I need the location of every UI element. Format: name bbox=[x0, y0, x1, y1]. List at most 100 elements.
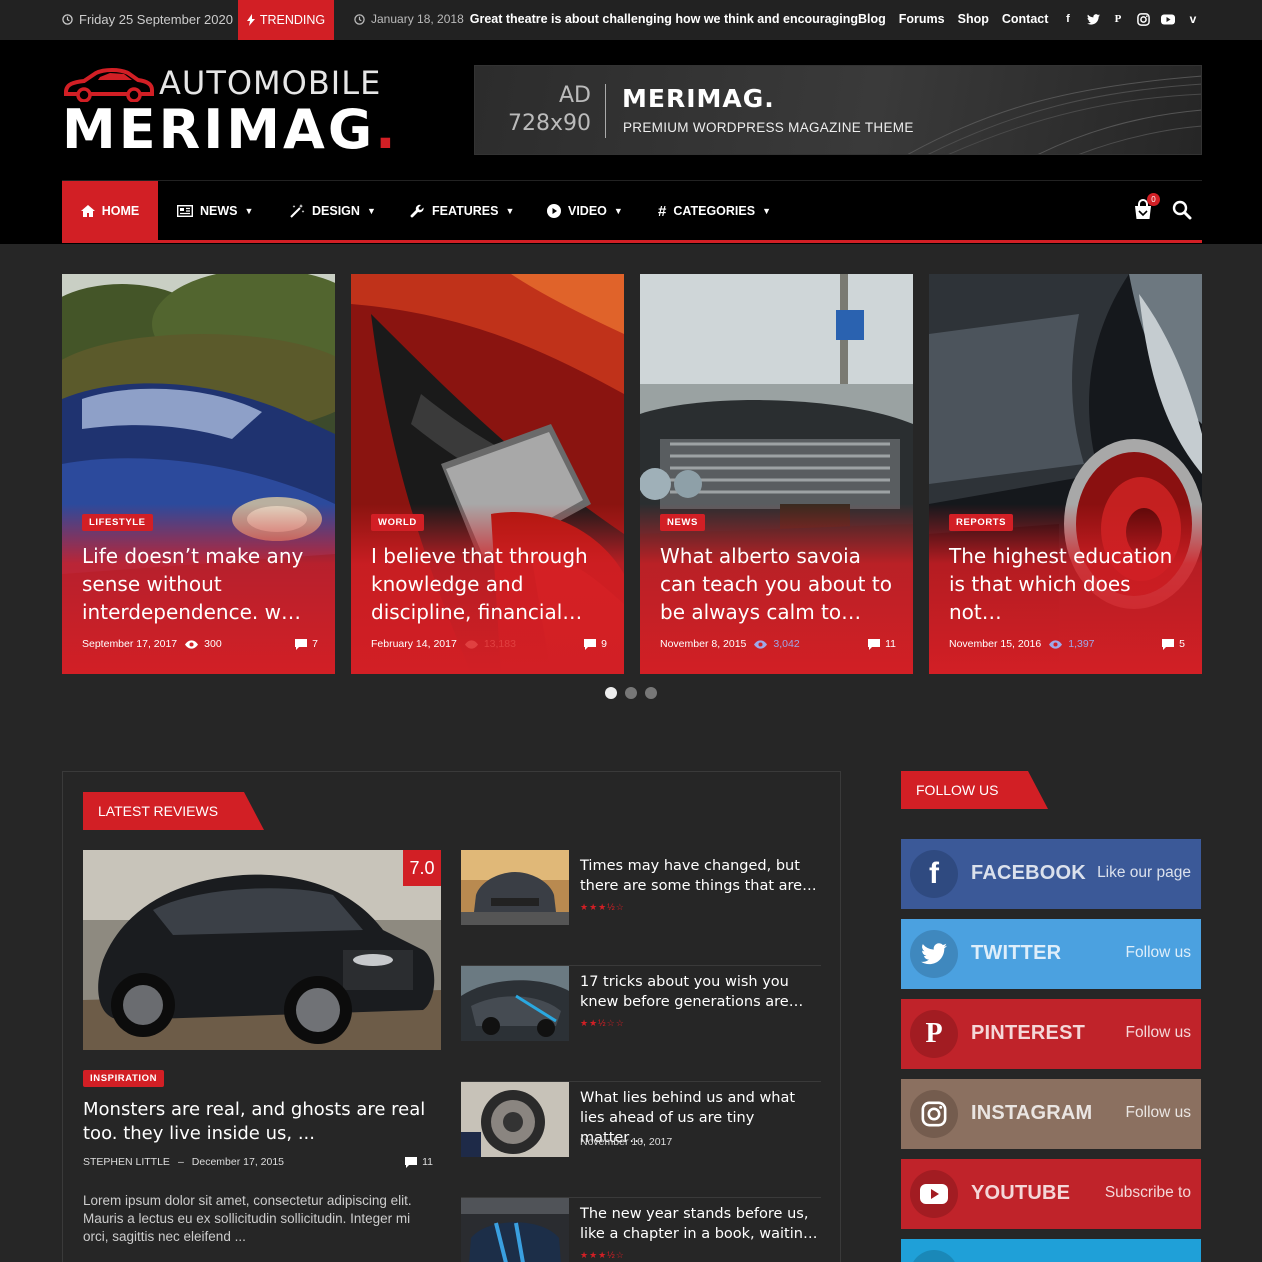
nav-item-label: NEWS bbox=[200, 204, 238, 218]
top-social-links: f P v bbox=[1060, 11, 1201, 27]
category-badge[interactable]: LIFESTYLE bbox=[82, 514, 153, 531]
card-comments[interactable]: 11 bbox=[868, 638, 896, 650]
top-link-blog[interactable]: Blog bbox=[858, 12, 886, 26]
twitter-follow-button[interactable]: TWITTER Follow us bbox=[901, 919, 1201, 989]
review-list-title[interactable]: Times may have changed, but there are so… bbox=[580, 856, 820, 896]
review-thumbnail[interactable] bbox=[461, 1082, 569, 1157]
card-comments-count: 5 bbox=[1179, 638, 1185, 650]
ad-banner[interactable]: AD 728x90 MERIMAG. PREMIUM WORDPRESS MAG… bbox=[474, 65, 1202, 155]
nav-item-features[interactable]: FEATURES ▼ bbox=[410, 181, 514, 241]
trending-label[interactable]: TRENDING bbox=[238, 0, 334, 40]
review-title[interactable]: Monsters are real, and ghosts are real t… bbox=[83, 1098, 441, 1146]
review-thumbnail[interactable] bbox=[461, 1198, 569, 1262]
category-badge[interactable]: NEWS bbox=[660, 514, 705, 531]
card-views-count: 1,397 bbox=[1068, 638, 1095, 650]
slider-card[interactable]: WORLD I believe that through knowledge a… bbox=[351, 274, 624, 674]
card-views: 13,183 bbox=[464, 638, 516, 650]
category-badge[interactable]: WORLD bbox=[371, 514, 424, 531]
twitter-icon[interactable] bbox=[1085, 11, 1101, 27]
category-badge[interactable]: REPORTS bbox=[949, 514, 1014, 531]
slider-card[interactable]: REPORTS The highest education is that wh… bbox=[929, 274, 1202, 674]
list-item[interactable]: The new year stands before us, like a ch… bbox=[461, 1198, 821, 1262]
youtube-icon bbox=[910, 1170, 958, 1218]
slider-card[interactable]: NEWS What alberto savoia can teach you a… bbox=[640, 274, 913, 674]
ad-title: MERIMAG. bbox=[622, 84, 775, 113]
review-comments[interactable]: 11 bbox=[405, 1156, 433, 1168]
review-list-title[interactable]: The new year stands before us, like a ch… bbox=[580, 1204, 820, 1244]
search-button[interactable] bbox=[1172, 200, 1192, 220]
featured-review[interactable]: 7.0 INSPIRATION Monsters are real, and g… bbox=[83, 850, 441, 1244]
card-date: February 14, 2017 bbox=[371, 638, 457, 650]
card-title[interactable]: What alberto savoia can teach you about … bbox=[660, 542, 896, 626]
slider-pagination bbox=[605, 687, 657, 699]
comment-icon bbox=[584, 638, 597, 650]
nav-item-home[interactable]: HOME bbox=[62, 181, 158, 241]
list-item[interactable]: What lies behind us and what lies ahead … bbox=[461, 1082, 821, 1198]
category-badge[interactable]: INSPIRATION bbox=[83, 1070, 165, 1087]
logo-wordmark: MERIMAG. bbox=[62, 98, 399, 161]
slider-dot-3[interactable] bbox=[645, 687, 657, 699]
slider-dot-1[interactable] bbox=[605, 687, 617, 699]
twitter-icon bbox=[910, 930, 958, 978]
facebook-icon: f bbox=[910, 850, 958, 898]
list-item[interactable]: 17 tricks about you wish you knew before… bbox=[461, 966, 821, 1082]
nav-underline bbox=[62, 240, 1202, 243]
youtube-icon[interactable] bbox=[1160, 11, 1176, 27]
facebook-follow-button[interactable]: f FACEBOOK Like our page bbox=[901, 839, 1201, 909]
youtube-follow-button[interactable]: YOUTUBE Subscribe to bbox=[901, 1159, 1201, 1229]
ad-label-text: AD bbox=[559, 83, 591, 108]
nav-item-label: VIDEO bbox=[568, 204, 607, 218]
nav-item-categories[interactable]: # CATEGORIES ▼ bbox=[658, 181, 771, 241]
card-title[interactable]: I believe that through knowledge and dis… bbox=[371, 542, 607, 626]
play-circle-icon bbox=[547, 204, 561, 218]
trending-item[interactable]: January 18, 2018 Great theatre is about … bbox=[354, 12, 858, 26]
site-header: AUTOMOBILE MERIMAG. AD 728x90 MERIMAG. P… bbox=[0, 40, 1262, 244]
trending-title[interactable]: Great theatre is about challenging how w… bbox=[470, 12, 858, 26]
facebook-icon[interactable]: f bbox=[1060, 11, 1076, 27]
cart-button[interactable]: 0 bbox=[1132, 193, 1160, 221]
pinterest-follow-button[interactable]: P PINTEREST Follow us bbox=[901, 999, 1201, 1069]
site-logo[interactable]: AUTOMOBILE MERIMAG. bbox=[62, 62, 396, 162]
instagram-icon[interactable] bbox=[1135, 11, 1151, 27]
top-link-forums[interactable]: Forums bbox=[899, 12, 945, 26]
section-heading: LATEST REVIEWS bbox=[83, 792, 264, 830]
ad-size-text: 728x90 bbox=[507, 111, 591, 136]
nav-item-label: CATEGORIES bbox=[673, 204, 756, 218]
slider-dot-2[interactable] bbox=[625, 687, 637, 699]
pinterest-icon[interactable]: P bbox=[1110, 11, 1126, 27]
card-views-count: 300 bbox=[204, 638, 222, 650]
nav-item-design[interactable]: DESIGN ▼ bbox=[290, 181, 376, 241]
review-image[interactable]: 7.0 bbox=[83, 850, 441, 1050]
nav-item-video[interactable]: VIDEO ▼ bbox=[547, 181, 623, 241]
top-link-shop[interactable]: Shop bbox=[958, 12, 989, 26]
logo-tagline: AUTOMOBILE bbox=[159, 64, 382, 102]
trending-date: January 18, 2018 bbox=[371, 12, 464, 26]
vimeo-icon[interactable]: v bbox=[1185, 11, 1201, 27]
chevron-down-icon: ▼ bbox=[366, 206, 376, 216]
ad-size-label: AD 728x90 bbox=[507, 82, 591, 138]
card-meta: November 15, 2016 1,397 5 bbox=[949, 638, 1185, 650]
home-icon bbox=[80, 205, 95, 217]
review-comments-count: 11 bbox=[422, 1156, 433, 1168]
nav-item-news[interactable]: NEWS ▼ bbox=[177, 181, 253, 241]
next-social-button[interactable] bbox=[901, 1239, 1201, 1262]
review-thumbnail[interactable] bbox=[461, 850, 569, 925]
card-views-count: 3,042 bbox=[773, 638, 800, 650]
instagram-follow-button[interactable]: INSTAGRAM Follow us bbox=[901, 1079, 1201, 1149]
social-name: TWITTER bbox=[971, 942, 1062, 964]
review-author[interactable]: STEPHEN LITTLE bbox=[83, 1156, 170, 1168]
slider-card[interactable]: LIFESTYLE Life doesn’t make any sense wi… bbox=[62, 274, 335, 674]
review-list-title[interactable]: 17 tricks about you wish you knew before… bbox=[580, 972, 820, 1012]
latest-reviews-section: LATEST REVIEWS 7.0 INSPIRATION Monsters … bbox=[62, 771, 841, 1262]
card-comments[interactable]: 9 bbox=[584, 638, 607, 650]
list-item[interactable]: Times may have changed, but there are so… bbox=[461, 850, 821, 966]
review-thumbnail[interactable] bbox=[461, 966, 569, 1041]
eye-icon bbox=[754, 639, 768, 649]
card-title[interactable]: The highest education is that which does… bbox=[949, 542, 1185, 626]
trending-label-text: TRENDING bbox=[259, 13, 326, 27]
card-comments[interactable]: 5 bbox=[1162, 638, 1185, 650]
card-title[interactable]: Life doesn’t make any sense without inte… bbox=[82, 542, 318, 626]
card-comments[interactable]: 7 bbox=[295, 638, 318, 650]
social-action: Follow us bbox=[1125, 944, 1191, 961]
top-link-contact[interactable]: Contact bbox=[1002, 12, 1049, 26]
